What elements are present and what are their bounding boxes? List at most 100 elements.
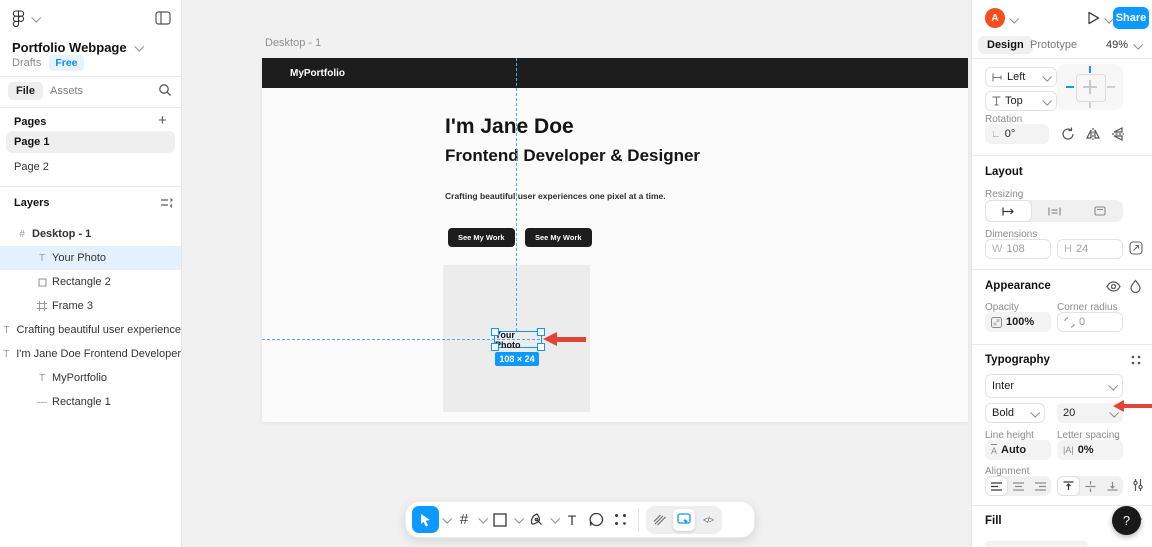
drafts-label[interactable]: Drafts [12,57,41,69]
frame-hash-icon: # [16,229,28,240]
resize-hug-option[interactable] [1032,200,1077,222]
letter-spacing-input[interactable]: |A| 0% [1057,440,1123,460]
layer-row-myportfolio[interactable]: T MyPortfolio [0,366,181,390]
layer-row-frame-3[interactable]: Frame 3 [0,294,181,318]
align-text-left-button[interactable] [985,476,1008,496]
annotation-arrow-typography-tail [1123,404,1152,408]
dev-mode-button[interactable]: </> [697,509,719,531]
selection-handle-tl[interactable] [491,328,499,336]
user-avatar[interactable]: A [985,8,1005,28]
add-page-button[interactable]: + [158,112,167,129]
align-text-center-button[interactable] [1008,476,1029,496]
move-tool-button[interactable] [412,506,439,533]
fill-swatch-row[interactable] [985,541,1088,547]
toolbar-divider [638,508,639,532]
see-my-work-button-2[interactable]: See My Work [525,228,592,247]
comment-bubble-icon [589,512,604,527]
horizontal-constraint-select[interactable]: Left [985,67,1057,87]
pen-tool-menu[interactable] [549,507,559,533]
tab-file[interactable]: File [8,81,43,99]
toggle-panel-button[interactable] [155,11,171,25]
layer-row-rectangle-2[interactable]: Rectangle 2 [0,270,181,294]
transform-buttons [1060,126,1126,142]
shape-tool-menu[interactable] [513,507,523,533]
tab-assets[interactable]: Assets [46,81,87,99]
panel-toggle-icon [155,11,171,25]
pen-tool-button[interactable] [525,507,547,533]
share-button[interactable]: Share [1113,7,1149,29]
constraints-widget[interactable] [1057,64,1123,110]
frame-tool-menu[interactable] [477,507,487,533]
layers-section-header: Layers [14,197,49,209]
corner-radius-input[interactable]: 0 [1057,312,1123,332]
divider [0,107,181,108]
chevron-down-icon[interactable] [1009,14,1019,24]
file-title-row[interactable]: Portfolio Webpage [12,40,142,55]
text-tool-button[interactable]: T [561,507,583,533]
align-top-button[interactable] [1057,476,1080,496]
left-sidebar: Portfolio Webpage Drafts Free File Asset… [0,0,182,547]
layer-row-rectangle-1[interactable]: — Rectangle 1 [0,390,181,414]
hero-subtitle[interactable]: Frontend Developer & Designer [445,146,700,166]
design-mode-button[interactable] [673,509,695,531]
actions-button[interactable] [609,507,631,533]
zoom-menu[interactable]: 49% [1106,39,1141,51]
frame-label[interactable]: Desktop - 1 [265,37,321,49]
font-weight-select[interactable]: Bold [985,403,1045,423]
layer-row-hero-text[interactable]: T I'm Jane Doe Frontend Developer [0,342,181,366]
line-height-input[interactable]: A Auto [985,440,1051,460]
chevron-down-icon [478,514,488,524]
text-styles-button[interactable] [1130,354,1142,366]
eye-icon [1106,281,1121,292]
design-navbar-brand[interactable]: MyPortfolio [290,68,345,79]
free-plan-badge[interactable]: Free [49,55,83,71]
type-settings-button[interactable] [1132,478,1144,492]
flip-vertical-icon[interactable] [1110,126,1126,142]
resize-fill-option[interactable] [1078,200,1123,222]
help-button[interactable]: ? [1112,506,1141,535]
rotation-input[interactable]: ∟ 0° [985,124,1049,144]
present-button[interactable] [1086,10,1101,26]
align-middle-button[interactable] [1080,476,1101,496]
layer-row-your-photo[interactable]: T Your Photo [0,246,181,270]
constrain-proportions-button[interactable] [1129,241,1143,255]
page-item-2[interactable]: Page 2 [6,156,175,178]
shape-tool-button[interactable] [489,507,511,533]
visibility-button[interactable] [1106,281,1121,292]
see-my-work-button-1[interactable]: See My Work [448,228,515,247]
divider [972,58,1152,59]
tab-prototype[interactable]: Prototype [1030,39,1077,51]
hero-title[interactable]: I'm Jane Doe [445,115,574,139]
main-menu-button[interactable] [12,10,39,27]
align-bottom-button[interactable] [1102,476,1123,496]
vertical-constraint-select[interactable]: Top [985,91,1057,111]
collapse-layers-button[interactable] [160,197,173,209]
comment-tool-button[interactable] [585,507,607,533]
hero-tagline[interactable]: Crafting beautiful user experiences one … [445,191,666,201]
width-input[interactable]: W 108 [985,239,1051,259]
page-item-1[interactable]: Page 1 [6,131,175,153]
selection-handle-bl[interactable] [491,343,499,351]
font-family-select[interactable]: Inter [985,374,1123,398]
flip-horizontal-icon[interactable] [1085,126,1101,142]
layer-row-frame[interactable]: # Desktop - 1 [0,222,181,246]
design-navbar[interactable]: MyPortfolio [262,58,968,88]
align-text-right-button[interactable] [1030,476,1051,496]
search-button[interactable] [158,83,172,97]
resize-fixed-option[interactable] [985,200,1032,222]
design-frame[interactable] [262,58,968,422]
divider [972,344,1152,345]
move-tool-menu[interactable] [441,507,451,533]
blend-mode-button[interactable] [1130,279,1141,293]
rotate-icon[interactable] [1060,126,1076,142]
tab-design[interactable]: Design [978,36,1033,54]
opacity-input[interactable]: 100% [985,312,1051,332]
align-left-icon [992,73,1003,82]
line-height-icon: A [991,444,997,456]
selected-text-layer[interactable]: Your Photo [494,331,542,348]
frame-tool-button[interactable]: # [453,507,475,533]
layer-row-tagline-text[interactable]: T Crafting beautiful user experience [0,318,181,342]
selected-text-label: Your Photo [495,330,541,350]
draw-mode-button[interactable] [649,509,671,531]
height-input[interactable]: H 24 [1057,239,1123,259]
